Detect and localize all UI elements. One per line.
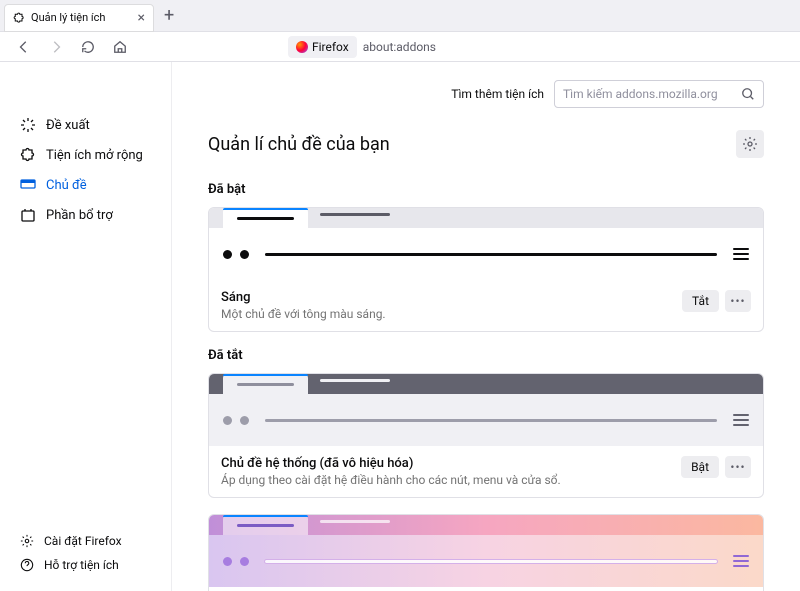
sidebar-item-label: Cài đặt Firefox xyxy=(44,534,122,548)
theme-preview xyxy=(209,515,763,587)
help-icon xyxy=(20,558,34,572)
forward-button[interactable] xyxy=(42,34,70,60)
theme-preview xyxy=(209,208,763,280)
identity-badge: Firefox xyxy=(288,36,357,58)
puzzle-icon xyxy=(20,147,36,163)
search-input[interactable] xyxy=(563,87,741,101)
settings-button[interactable] xyxy=(736,130,764,158)
gear-icon xyxy=(742,136,758,152)
theme-desc: Áp dụng theo cài đặt hệ điều hành cho cá… xyxy=(221,473,673,487)
back-button[interactable] xyxy=(10,34,38,60)
theme-name: Chủ đề hệ thống (đã vô hiệu hóa) xyxy=(221,456,673,471)
tab-title: Quản lý tiện ích xyxy=(31,11,105,24)
more-button[interactable]: ••• xyxy=(725,456,751,478)
theme-card-alpenglow[interactable]: Firefox Alpenglow (đã vô hiệu hóa) Sử dụ… xyxy=(208,514,764,591)
menu-icon xyxy=(733,414,749,426)
theme-name: Sáng xyxy=(221,290,674,305)
sidebar-item-label: Đề xuất xyxy=(46,118,90,133)
sidebar-item-extensions[interactable]: Tiện ích mở rộng xyxy=(14,140,157,170)
disable-button[interactable]: Tắt xyxy=(682,290,719,312)
home-button[interactable] xyxy=(106,34,134,60)
tab-strip: Quản lý tiện ích × + xyxy=(0,0,800,32)
section-disabled-label: Đã tắt xyxy=(208,348,764,363)
sidebar-item-label: Phần bổ trợ xyxy=(46,208,113,223)
theme-desc: Một chủ đề với tông màu sáng. xyxy=(221,307,674,321)
brand-label: Firefox xyxy=(312,40,349,54)
search-label: Tìm thêm tiện ích xyxy=(451,87,544,101)
search-field[interactable] xyxy=(554,80,764,108)
plugin-icon xyxy=(20,207,36,223)
sidebar-item-plugins[interactable]: Phần bổ trợ xyxy=(14,200,157,230)
url-text: about:addons xyxy=(363,40,436,54)
search-icon xyxy=(741,87,755,101)
url-bar[interactable]: Firefox about:addons xyxy=(288,34,436,60)
reload-button[interactable] xyxy=(74,34,102,60)
new-tab-button[interactable]: + xyxy=(164,5,174,26)
sidebar-item-label: Tiện ích mở rộng xyxy=(46,148,143,163)
gear-icon xyxy=(20,534,34,548)
sidebar-item-recommend[interactable]: Đề xuất xyxy=(14,110,157,140)
theme-card-system[interactable]: Chủ đề hệ thống (đã vô hiệu hóa) Áp dụng… xyxy=(208,373,764,498)
theme-card-light[interactable]: Sáng Một chủ đề với tông màu sáng. Tắt •… xyxy=(208,207,764,332)
page-title: Quản lí chủ đề của bạn xyxy=(208,134,390,155)
browser-tab[interactable]: Quản lý tiện ích × xyxy=(4,4,154,32)
theme-preview xyxy=(209,374,763,446)
brush-icon xyxy=(20,177,36,193)
menu-icon xyxy=(733,248,749,260)
sidebar-item-settings[interactable]: Cài đặt Firefox xyxy=(14,529,157,553)
sidebar-item-label: Chủ đề xyxy=(46,178,87,193)
section-enabled-label: Đã bật xyxy=(208,182,764,197)
sparkle-icon xyxy=(20,117,36,133)
nav-toolbar: Firefox about:addons xyxy=(0,32,800,62)
menu-icon xyxy=(733,555,749,567)
sidebar-item-label: Hỗ trợ tiện ích xyxy=(44,558,119,572)
sidebar-item-themes[interactable]: Chủ đề xyxy=(14,170,157,200)
more-button[interactable]: ••• xyxy=(725,290,751,312)
puzzle-icon xyxy=(13,12,25,24)
main-content: Tìm thêm tiện ích Quản lí chủ đề của bạn… xyxy=(172,62,800,591)
enable-button[interactable]: Bật xyxy=(681,456,719,478)
sidebar: Đề xuất Tiện ích mở rộng Chủ đề Phần bổ … xyxy=(0,62,172,591)
tab-close-icon[interactable]: × xyxy=(138,10,145,26)
sidebar-item-support[interactable]: Hỗ trợ tiện ích xyxy=(14,553,157,577)
firefox-logo-icon xyxy=(296,41,308,53)
